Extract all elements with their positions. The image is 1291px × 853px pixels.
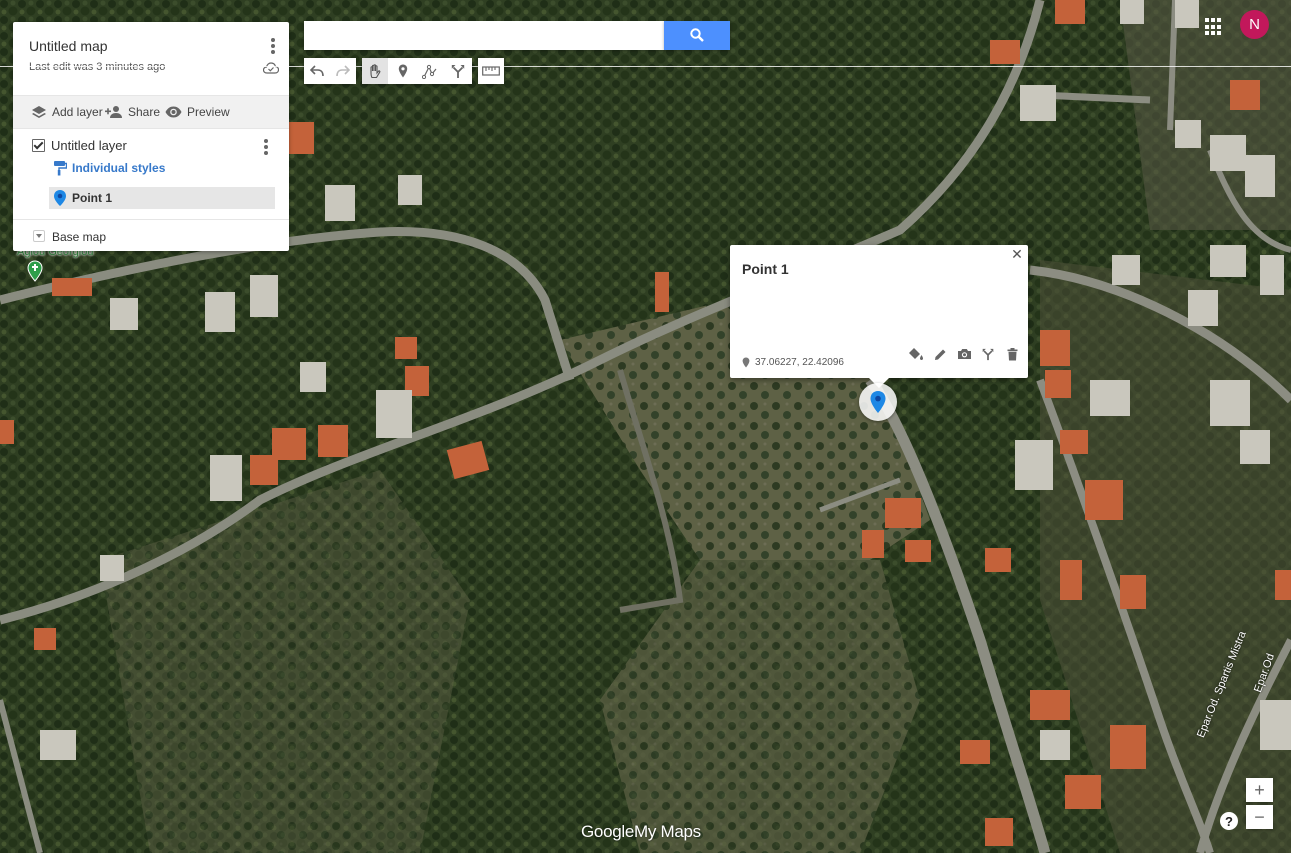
share-label: Share (128, 105, 161, 119)
coordinates-text: 37.06227, 22.42096 (755, 357, 844, 368)
paint-bucket-icon (909, 348, 923, 360)
layer-item-point-1[interactable]: Point 1 (49, 187, 275, 209)
individual-styles-link[interactable]: Individual styles (53, 160, 165, 176)
map-options-icon[interactable] (265, 37, 281, 55)
layer-row: Untitled layer (29, 137, 279, 157)
google-my-maps-logo: GoogleMy Maps (581, 822, 701, 842)
info-window: Point 1 ✕ 37.06227, 22.42096 (730, 245, 1028, 388)
redo-icon (336, 65, 350, 77)
layers-icon (32, 106, 46, 118)
edit-button[interactable] (930, 346, 950, 362)
blue-pin-icon (870, 391, 886, 413)
draw-line-button[interactable] (417, 58, 443, 84)
my-maps-wordmark: My Maps (634, 822, 701, 841)
individual-styles-label: Individual styles (72, 161, 166, 175)
cloud-save-icon (263, 62, 279, 74)
preview-button[interactable]: Preview (165, 103, 230, 121)
trash-icon (1007, 347, 1017, 360)
ruler-icon (482, 66, 500, 76)
layer-name[interactable]: Untitled layer (51, 138, 127, 153)
redo-button[interactable] (330, 58, 356, 84)
place-pin-icon[interactable] (27, 260, 43, 282)
style-button[interactable] (906, 346, 926, 362)
preview-label: Preview (187, 105, 230, 119)
apps-grid-icon[interactable] (1205, 18, 1223, 36)
delete-button[interactable] (1002, 346, 1022, 362)
undo-icon (310, 65, 324, 77)
search-button[interactable] (664, 21, 730, 50)
camera-icon (957, 349, 971, 359)
layer-item-label: Point 1 (72, 191, 113, 205)
eye-icon (165, 106, 182, 118)
panel-actions: Add layer Share Preview (13, 95, 289, 129)
undo-button[interactable] (304, 58, 330, 84)
location-pin-icon (742, 357, 750, 368)
search-icon (690, 28, 704, 42)
directions-icon (451, 64, 465, 78)
directions-button[interactable] (445, 58, 471, 84)
google-wordmark: Google (581, 822, 635, 841)
info-window-title: Point 1 (742, 261, 789, 277)
add-person-icon (105, 106, 122, 118)
marker-icon (398, 64, 408, 78)
drawing-tools-group (362, 58, 472, 84)
undo-redo-group (304, 58, 356, 84)
directions-icon (982, 348, 994, 360)
base-map-label: Base map (52, 230, 107, 244)
measure-group (478, 58, 504, 84)
directions-to-button[interactable] (978, 346, 998, 362)
help-button[interactable]: ? (1220, 812, 1238, 830)
point-marker[interactable] (859, 383, 897, 421)
last-edit-status: Last edit was 3 minutes ago (29, 61, 166, 73)
layer-options-icon[interactable] (258, 138, 274, 156)
toolbar-guide-line (0, 66, 1291, 67)
paint-roller-icon (54, 161, 67, 176)
expand-arrow-icon[interactable] (33, 230, 45, 242)
map-title[interactable]: Untitled map (29, 38, 108, 54)
zoom-in-button[interactable]: + (1246, 778, 1273, 802)
close-icon[interactable]: ✕ (1010, 246, 1024, 263)
pencil-icon (934, 349, 945, 360)
add-photo-button[interactable] (954, 346, 974, 362)
map-panel: Untitled map Last edit was 3 minutes ago… (13, 22, 289, 251)
blue-pin-icon (54, 190, 66, 206)
account-avatar[interactable]: N (1240, 10, 1269, 39)
add-marker-button[interactable] (390, 58, 416, 84)
info-window-tools (906, 346, 1022, 362)
hand-icon (370, 63, 381, 78)
base-map-row[interactable]: Base map (13, 219, 289, 252)
measure-button[interactable] (478, 58, 504, 84)
zoom-out-button[interactable]: − (1246, 805, 1273, 829)
add-layer-label: Add layer (52, 105, 103, 119)
add-layer-button[interactable]: Add layer (31, 103, 103, 121)
draw-line-icon (422, 64, 437, 79)
coordinates: 37.06227, 22.42096 (742, 357, 844, 368)
search-input[interactable] (304, 21, 664, 50)
pan-tool-button[interactable] (362, 58, 388, 84)
share-button[interactable]: Share (105, 103, 160, 121)
layer-visibility-checkbox[interactable] (32, 139, 45, 152)
